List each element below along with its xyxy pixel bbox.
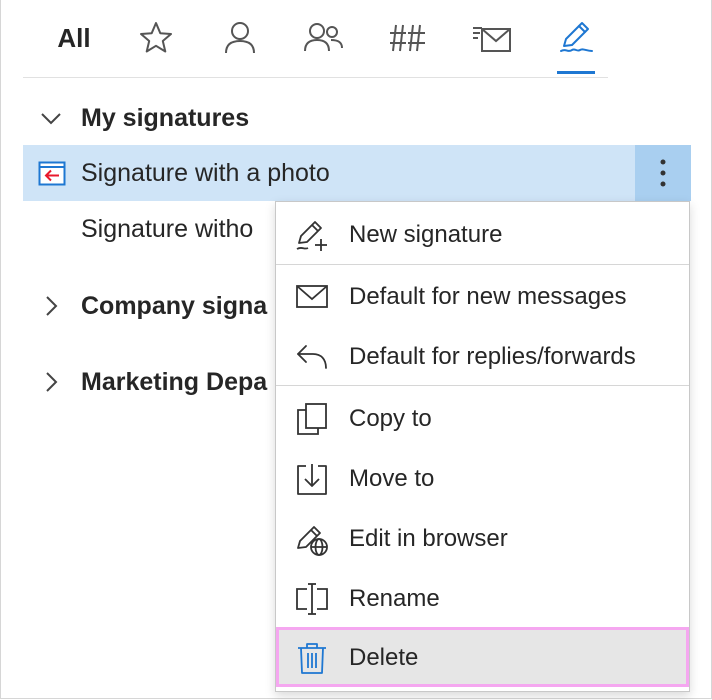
tab-hashtags[interactable] bbox=[387, 0, 429, 76]
envelope-icon bbox=[296, 285, 328, 308]
chevron-right-icon bbox=[46, 372, 58, 392]
menu-item-new-signature[interactable]: New signature bbox=[276, 204, 689, 264]
context-menu: New signature Default for new messages D… bbox=[275, 201, 690, 692]
move-to-icon bbox=[297, 464, 327, 495]
menu-item-default-replies[interactable]: Default for replies/forwards bbox=[276, 326, 689, 386]
menu-item-label: Default for replies/forwards bbox=[349, 343, 636, 370]
new-signature-icon bbox=[296, 221, 327, 251]
menu-item-delete[interactable]: Delete bbox=[276, 627, 689, 687]
menu-item-label: Move to bbox=[349, 465, 435, 492]
tab-shared[interactable] bbox=[301, 0, 347, 76]
group-label: My signatures bbox=[81, 103, 250, 132]
chevron-down-icon bbox=[41, 113, 61, 125]
people-icon bbox=[304, 23, 343, 52]
menu-separator bbox=[276, 385, 689, 386]
menu-separator bbox=[276, 264, 689, 265]
menu-item-label: Copy to bbox=[349, 405, 432, 432]
person-icon bbox=[225, 22, 255, 54]
tab-personal[interactable] bbox=[219, 0, 261, 76]
menu-item-label: New signature bbox=[349, 221, 503, 248]
category-tabs: All bbox=[23, 0, 608, 78]
menu-item-copy-to[interactable]: Copy to bbox=[276, 388, 689, 448]
menu-item-move-to[interactable]: Move to bbox=[276, 448, 689, 508]
tab-all[interactable]: All bbox=[53, 0, 95, 76]
group-my-signatures[interactable]: My signatures bbox=[23, 98, 623, 138]
menu-item-label: Delete bbox=[349, 644, 419, 671]
tab-signatures[interactable] bbox=[557, 0, 595, 76]
tab-favorites[interactable] bbox=[135, 0, 177, 76]
trash-icon bbox=[298, 643, 326, 674]
menu-item-label: Default for new messages bbox=[349, 283, 627, 310]
reply-icon bbox=[297, 345, 327, 369]
edit-in-browser-icon bbox=[297, 526, 328, 556]
signature-item-with-photo[interactable]: Signature with a photo bbox=[23, 145, 691, 201]
more-vertical-icon bbox=[660, 159, 666, 187]
menu-item-rename[interactable]: Rename bbox=[276, 568, 689, 628]
signature-label: Signature with a photo bbox=[81, 159, 330, 187]
hashtag-icon bbox=[390, 24, 425, 52]
signatures-panel: All My signatures Signature with a photo… bbox=[0, 0, 712, 699]
signature-label: Signature witho bbox=[81, 215, 254, 243]
group-label: Company signa bbox=[81, 291, 268, 320]
chevron-right-icon bbox=[46, 296, 58, 316]
signature-pen-icon bbox=[560, 22, 593, 52]
menu-item-default-new[interactable]: Default for new messages bbox=[276, 266, 689, 326]
rename-icon bbox=[296, 583, 328, 615]
menu-item-label: Edit in browser bbox=[349, 525, 508, 552]
tab-all-label: All bbox=[57, 22, 91, 53]
mail-stack-icon bbox=[473, 27, 511, 52]
group-label: Marketing Depa bbox=[81, 367, 268, 396]
more-options-button[interactable] bbox=[635, 145, 691, 201]
menu-item-label: Rename bbox=[349, 585, 440, 612]
copy-to-icon bbox=[297, 403, 327, 435]
tab-templates[interactable] bbox=[469, 0, 515, 76]
menu-item-edit-in-browser[interactable]: Edit in browser bbox=[276, 508, 689, 568]
signature-card-icon bbox=[38, 161, 66, 186]
star-icon bbox=[140, 22, 172, 53]
